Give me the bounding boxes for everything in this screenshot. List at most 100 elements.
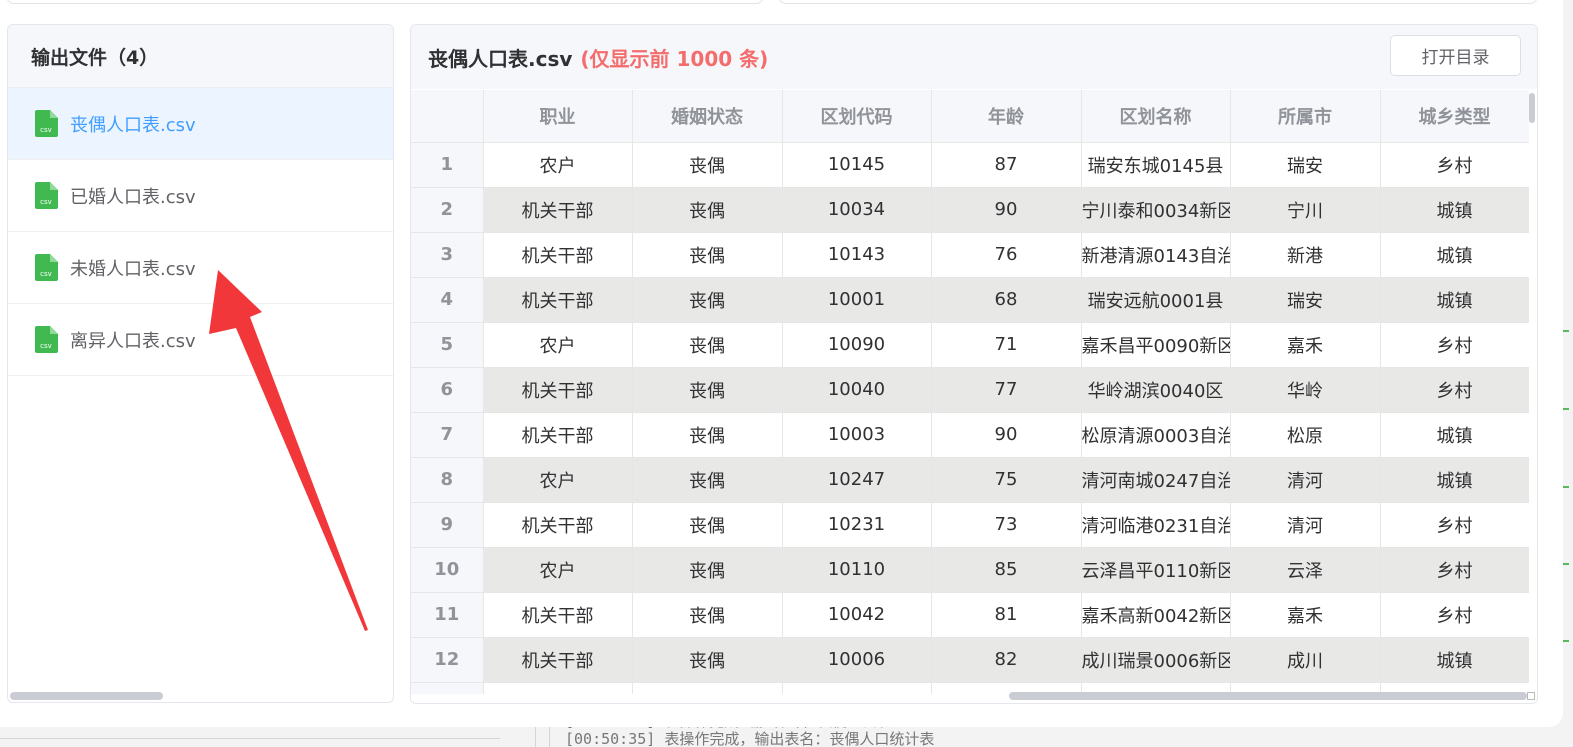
table-row[interactable]: 8农户丧偶1024775清河南城0247自治县清河城镇: [411, 457, 1529, 503]
open-directory-button[interactable]: 打开目录: [1390, 35, 1521, 76]
table-cell: 机关干部: [483, 367, 633, 413]
table-cell: 机关干部: [483, 187, 633, 233]
table-cell: [411, 682, 484, 694]
table-cell: 城镇: [1380, 457, 1529, 503]
column-header[interactable]: 区划名称: [1081, 90, 1231, 143]
table-cell: 76: [931, 232, 1082, 278]
table-row[interactable]: 5 农户 丧偶 10090 71 嘉禾昌平0090新区 嘉禾 乡村: [411, 322, 1529, 368]
table-row[interactable]: 12 机关干部 丧偶 10006 82 成川瑞景0006新区 成川 城镇: [411, 637, 1529, 683]
table-cell: [483, 682, 633, 694]
table-cell: 嘉禾: [1230, 322, 1381, 368]
table-row[interactable]: 4 机关干部 丧偶 10001 68 瑞安远航0001县 瑞安 城镇: [411, 277, 1529, 323]
row-index-cell: 7: [411, 412, 484, 458]
column-header[interactable]: 婚姻状态: [632, 90, 783, 143]
table-row[interactable]: 2 机关干部 丧偶 10034 90 宁川泰和0034新区 宁川 城镇: [411, 187, 1529, 233]
table-row[interactable]: 10 农户 丧偶 10110 85 云泽昌平0110新区 云泽 乡村: [411, 547, 1529, 593]
row-index-cell: 6: [411, 367, 484, 413]
table-row[interactable]: 6 机关干部 丧偶 10040 77 华岭湖滨0040区 华岭 乡村: [411, 367, 1529, 413]
table-cell: 嘉禾高新0042新区: [1081, 592, 1231, 638]
file-item-label: 未婚人口表.csv: [70, 258, 196, 280]
row-index-cell: 5: [411, 322, 484, 368]
row-index-cell: 12: [411, 637, 484, 683]
table-cell: 乡村: [1380, 502, 1529, 548]
table-cell: 嘉禾昌平0090新区: [1081, 322, 1231, 368]
column-header[interactable]: 职业: [483, 90, 633, 143]
row-index-cell: 4: [411, 277, 484, 323]
table-row[interactable]: 11 机关干部 丧偶 10042 81 嘉禾高新0042新区 嘉禾 乡村: [411, 592, 1529, 638]
preview-table-container: 职业 婚姻状态 区划代码 年龄 区划名称 所属市 城乡类型 1 农户 丧偶 10145 87 瑞安东城…: [411, 90, 1529, 694]
table-cell: 10042: [782, 592, 932, 638]
table-cell: 清河: [1230, 457, 1381, 503]
table-row[interactable]: 1 农户 丧偶 10145 87 瑞安东城0145县 瑞安 乡村: [411, 142, 1529, 188]
table-cell: 宁川: [1230, 187, 1381, 233]
preview-title: 丧偶人口表.csv: [428, 46, 573, 71]
vertical-scrollbar[interactable]: [1527, 90, 1537, 696]
table-cell: 81: [931, 592, 1082, 638]
table-cell: 松原: [1230, 412, 1381, 458]
table-cell: 丧偶: [632, 187, 783, 233]
table-cell: 机关干部: [483, 637, 633, 683]
column-header[interactable]: 年龄: [931, 90, 1082, 143]
svg-text:csv: csv: [40, 198, 52, 206]
table-cell: 68: [931, 277, 1082, 323]
table-cell: 丧偶: [632, 322, 783, 368]
table-cell: 10110: [782, 547, 932, 593]
table-row[interactable]: 3机关干部丧偶1014376新港清源0143自治县新港城镇: [411, 232, 1529, 278]
top-input-remnant[interactable]: [778, 0, 1538, 4]
table-cell: 机关干部: [483, 277, 633, 323]
table-cell: 75: [931, 457, 1082, 503]
table-cell: 清河南城0247自治县: [1081, 457, 1231, 503]
table-cell: 90: [931, 412, 1082, 458]
table-cell: 城镇: [1380, 412, 1529, 458]
table-cell: 成川瑞景0006新区: [1081, 637, 1231, 683]
table-cell: 10231: [782, 502, 932, 548]
output-files-header: 输出文件（4）: [8, 25, 393, 88]
table-cell: 城镇: [1380, 187, 1529, 233]
table-cell: 10006: [782, 637, 932, 683]
table-cell: 城镇: [1380, 637, 1529, 683]
horizontal-scrollbar-thumb[interactable]: [1009, 692, 1527, 700]
table-cell: 瑞安: [1230, 277, 1381, 323]
column-header[interactable]: 城乡类型: [1380, 90, 1529, 143]
row-index-cell: 11: [411, 592, 484, 638]
background-marker: [1563, 330, 1569, 332]
vertical-scrollbar-thumb[interactable]: [1529, 93, 1535, 123]
table-cell: 丧偶: [632, 457, 783, 503]
table-cell: 乡村: [1380, 322, 1529, 368]
table-cell: 嘉禾: [1230, 592, 1381, 638]
table-cell: 丧偶: [632, 142, 783, 188]
top-input-remnant[interactable]: [6, 0, 764, 4]
file-item[interactable]: csv 丧偶人口表.csv: [8, 88, 393, 160]
scroll-corner: [1527, 692, 1535, 700]
table-cell: 10247: [782, 457, 932, 503]
column-header[interactable]: 所属市: [1230, 90, 1381, 143]
table-cell: 90: [931, 187, 1082, 233]
table-cell: 城镇: [1380, 232, 1529, 278]
file-item[interactable]: csv 已婚人口表.csv: [8, 160, 393, 232]
svg-text:csv: csv: [40, 126, 52, 134]
table-cell: 农户: [483, 142, 633, 188]
file-item-label: 已婚人口表.csv: [70, 186, 196, 208]
table-cell: 云泽昌平0110新区: [1081, 547, 1231, 593]
table-cell: 10034: [782, 187, 932, 233]
table-cell: 机关干部: [483, 502, 633, 548]
table-cell: 清河临港0231自治县: [1081, 502, 1231, 548]
table-cell: 10040: [782, 367, 932, 413]
table-cell: 宁川泰和0034新区: [1081, 187, 1231, 233]
horizontal-scrollbar[interactable]: [10, 692, 163, 700]
table-cell: 农户: [483, 547, 633, 593]
table-cell: 新港: [1230, 232, 1381, 278]
table-cell: [782, 682, 932, 694]
table-cell: 87: [931, 142, 1082, 188]
table-cell: 10003: [782, 412, 932, 458]
table-cell: 城镇: [1380, 277, 1529, 323]
file-item-label: 丧偶人口表.csv: [70, 114, 196, 136]
table-row[interactable]: 9机关干部丧偶1023173清河临港0231自治县清河乡村: [411, 502, 1529, 548]
table-cell: 85: [931, 547, 1082, 593]
row-index-cell: 8: [411, 457, 484, 503]
column-header[interactable]: 区划代码: [782, 90, 932, 143]
table-row[interactable]: 7机关干部丧偶1000390松原清源0003自治县松原城镇: [411, 412, 1529, 458]
table-cell: 丧偶: [632, 502, 783, 548]
table-cell: 丧偶: [632, 592, 783, 638]
table-cell: 清河: [1230, 502, 1381, 548]
